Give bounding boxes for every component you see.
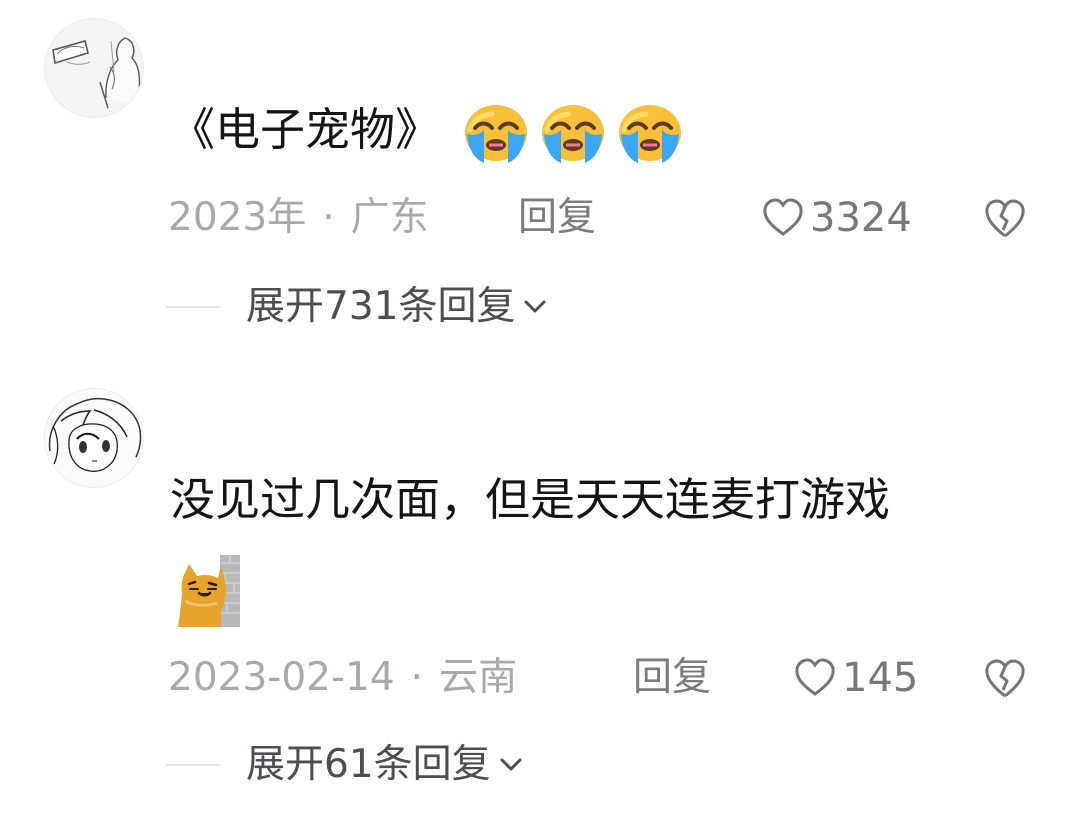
chevron-down-icon [500,758,522,771]
sketch-avatar-icon [45,19,143,117]
chevron-down-icon [524,300,546,313]
broken-heart-icon[interactable] [982,196,1028,242]
expand-replies-button[interactable]: 展开731条回复 [166,278,549,336]
like-button[interactable]: 3324 [760,191,912,245]
comment-thread: 《电子宠物》 2023年 · 广东 回复 3324 展开731条回复 没见过几次… [0,0,1080,838]
comment-location: 云南 [439,655,518,700]
reply-button[interactable]: 回复 [518,191,596,245]
crying-face-icon [465,105,527,163]
comment-text: 没见过几次面，但是天天连麦打游戏 [170,473,891,526]
comment-date: 2023-02-14 [168,655,395,700]
anime-avatar-icon [45,389,143,487]
comment-location: 广东 [350,195,429,240]
broken-heart-icon[interactable] [982,656,1028,702]
expand-replies-button[interactable]: 展开61条回复 [166,736,525,794]
like-count: 145 [842,655,919,701]
meta-separator: · [410,655,424,700]
peeking-cat-icon [178,555,240,627]
heart-icon [795,658,835,696]
user-avatar[interactable] [44,388,144,488]
thread-divider-line [166,306,220,308]
reply-button[interactable]: 回复 [633,651,711,705]
faint-watermark [440,798,630,836]
crying-face-icon [619,105,681,163]
emoji-group [461,100,685,166]
thread-divider-line [166,764,220,766]
like-count: 3324 [810,195,912,241]
comment-meta: 2023年 · 广东 回复 [168,191,596,245]
meta-separator: · [322,195,335,240]
comment-meta: 2023-02-14 · 云南 回复 [168,651,711,705]
heart-icon [763,198,803,236]
expand-replies-label: 展开61条回复 [246,742,491,787]
like-button[interactable]: 145 [792,651,918,705]
comment-item: 《电子宠物》 2023年 · 广东 回复 3324 展开731条回复 [0,0,1080,360]
comment-item: 没见过几次面，但是天天连麦打游戏 2023-02-14 · 云南 回复 145 展开 [0,370,1080,838]
comment-text: 《电子宠物》 [170,103,441,156]
crying-face-icon [542,105,604,163]
user-avatar[interactable] [44,18,144,118]
comment-date: 2023年 [168,195,307,240]
expand-replies-label: 展开731条回复 [246,284,516,329]
